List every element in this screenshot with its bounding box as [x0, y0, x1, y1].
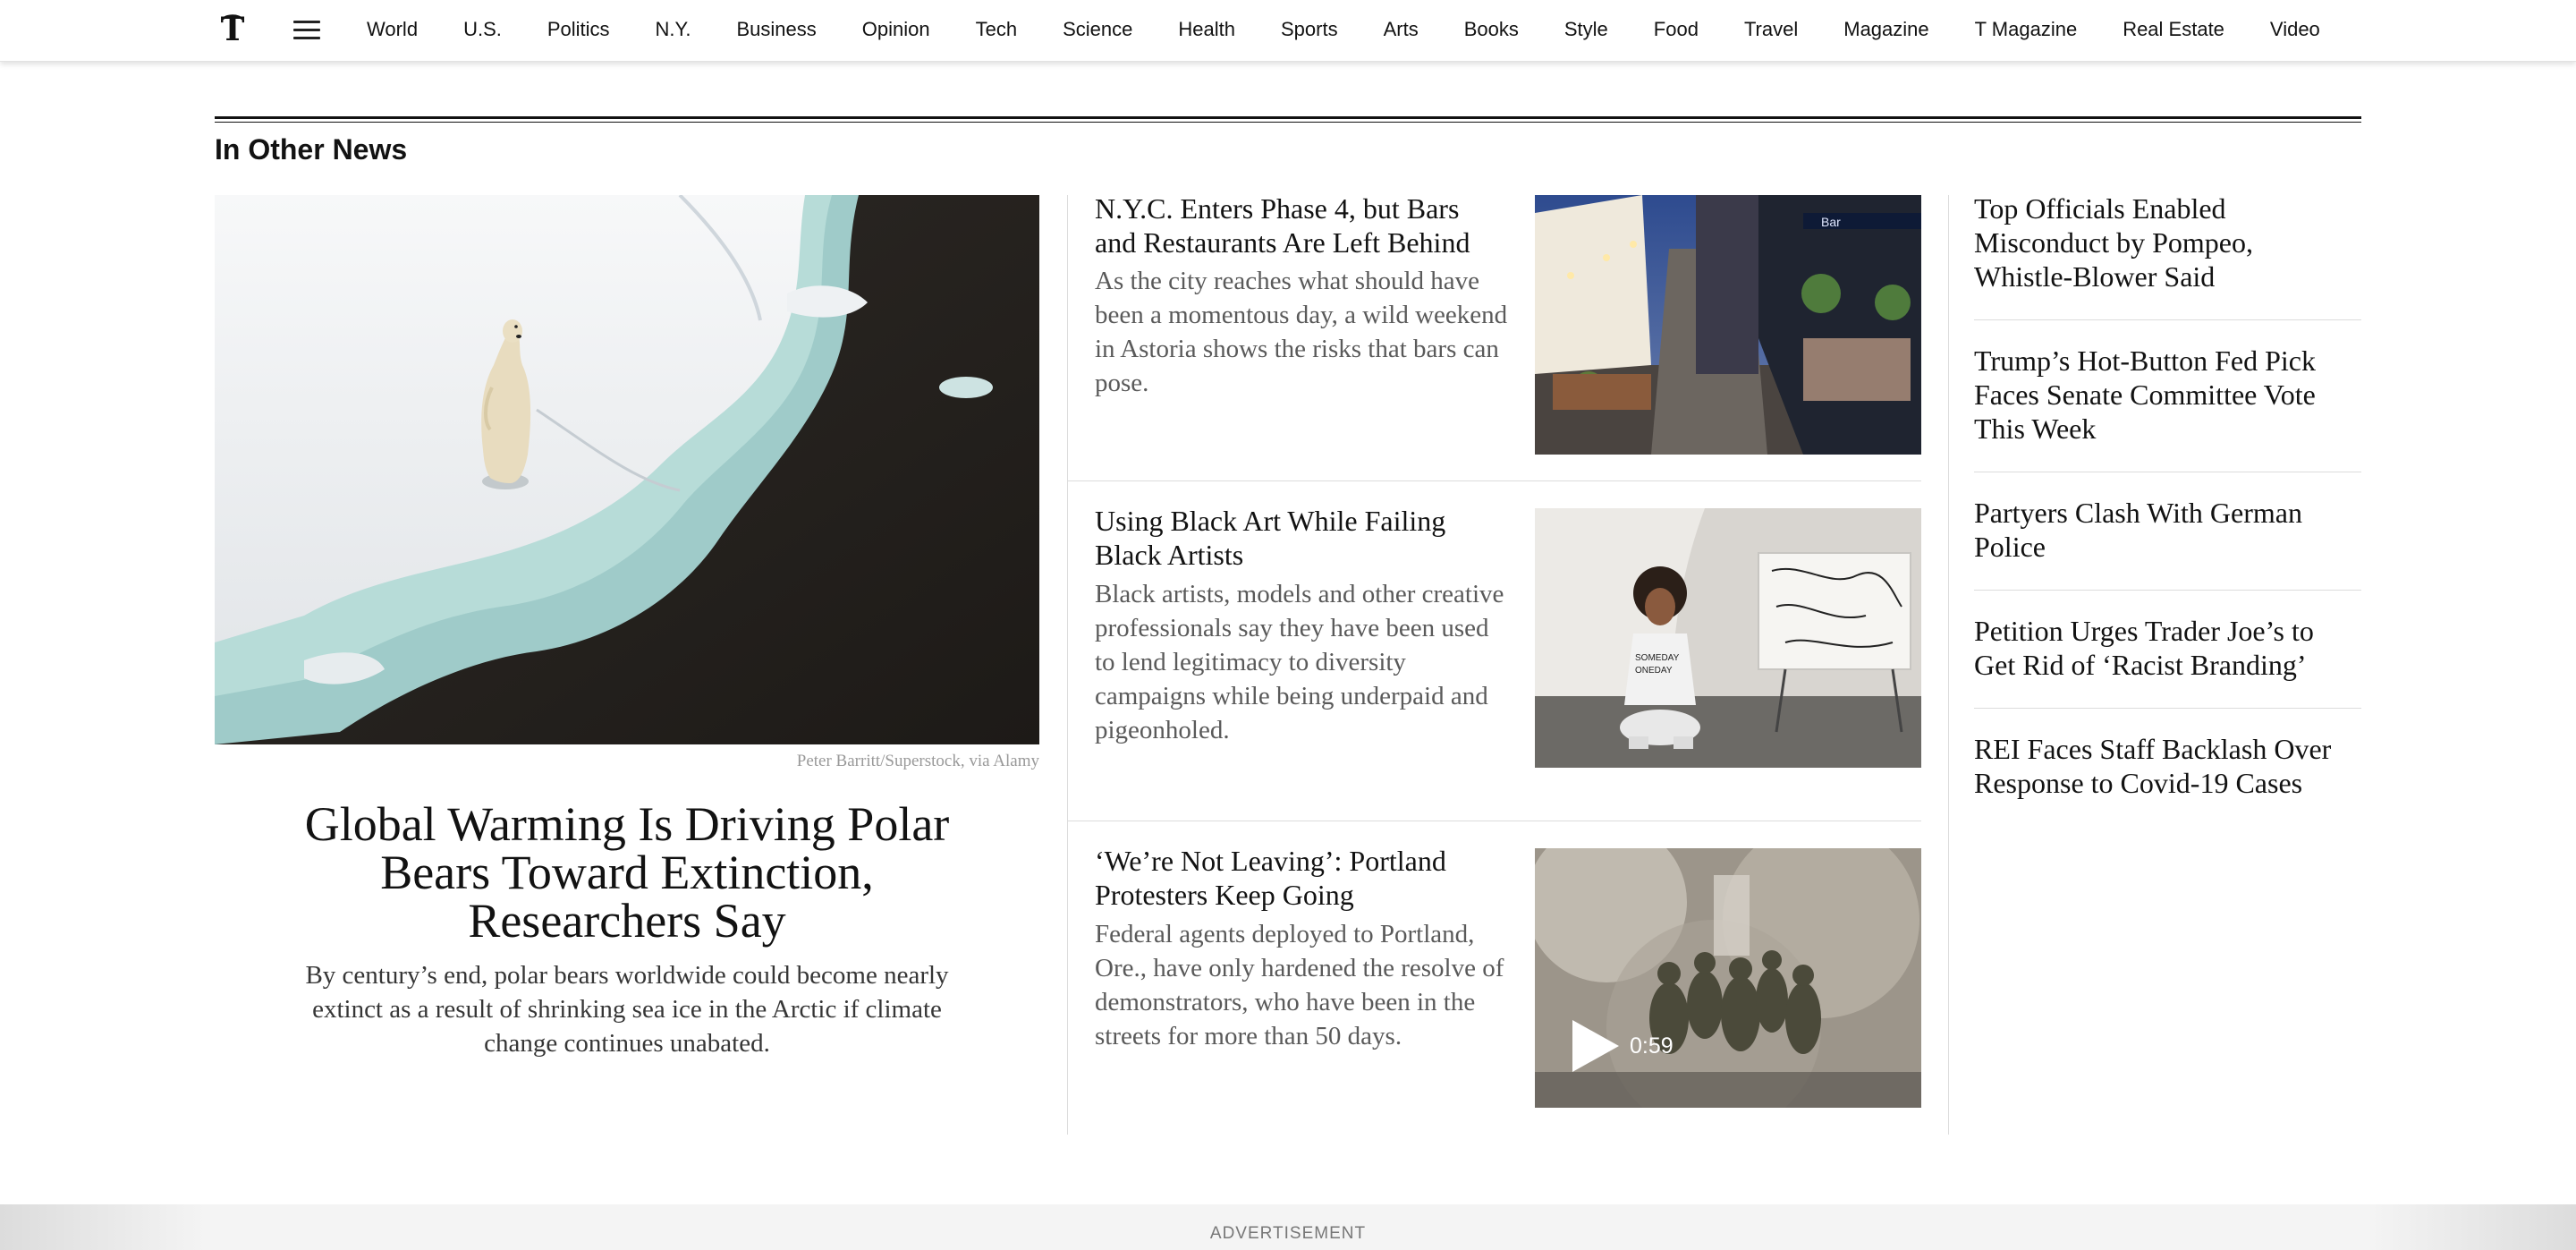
nav-item-business[interactable]: Business: [737, 18, 817, 41]
lead-summary: By century’s end, polar bears worldwide …: [305, 961, 949, 1058]
video-play-control[interactable]: 0:59: [1571, 1018, 1674, 1074]
story-divider-1: [1068, 480, 1921, 481]
nav-item-science[interactable]: Science: [1063, 18, 1132, 41]
nav-item-magazine[interactable]: Magazine: [1843, 18, 1928, 41]
right-headline-5[interactable]: REI Faces Staff Backlash Over Response t…: [1974, 732, 2350, 800]
nav-item-ny[interactable]: N.Y.: [656, 18, 691, 41]
column-divider-right: [1948, 195, 1949, 1135]
hamburger-menu-icon[interactable]: [293, 21, 320, 40]
nav-item-health[interactable]: Health: [1178, 18, 1235, 41]
nav-item-arts[interactable]: Arts: [1384, 18, 1419, 41]
story-video-3[interactable]: 0:59: [1535, 848, 1921, 1108]
lead-story-image[interactable]: [215, 195, 1039, 744]
video-duration: 0:59: [1630, 1033, 1674, 1059]
story-headline-3[interactable]: ‘We’re Not Leaving’: Portland Protesters…: [1095, 844, 1488, 912]
nav-item-travel[interactable]: Travel: [1744, 18, 1798, 41]
story-image-2[interactable]: SOMEDAY ONEDAY: [1535, 508, 1921, 768]
svg-text:SOMEDAY: SOMEDAY: [1635, 653, 1680, 663]
nyt-logo-icon[interactable]: T: [218, 13, 247, 47]
section-nav: World U.S. Politics N.Y. Business Opinio…: [367, 0, 2320, 59]
nav-item-style[interactable]: Style: [1564, 18, 1608, 41]
svg-text:ONEDAY: ONEDAY: [1635, 666, 1673, 676]
right-divider-3: [1974, 590, 2361, 591]
lead-image-credit: Peter Barritt/Superstock, via Alamy: [796, 752, 1039, 770]
nav-item-sports[interactable]: Sports: [1281, 18, 1338, 41]
nav-item-real-estate[interactable]: Real Estate: [2123, 18, 2224, 41]
right-headline-4[interactable]: Petition Urges Trader Joe’s to Get Rid o…: [1974, 614, 2350, 682]
nav-item-us[interactable]: U.S.: [463, 18, 502, 41]
right-divider-4: [1974, 708, 2361, 709]
story-headline-1[interactable]: N.Y.C. Enters Phase 4, but Bars and Rest…: [1095, 191, 1488, 259]
story-summary-1: As the city reaches what should have bee…: [1095, 267, 1508, 397]
right-headline-3[interactable]: Partyers Clash With German Police: [1974, 496, 2350, 564]
story-summary-3: Federal agents deployed to Portland, Ore…: [1095, 920, 1504, 1050]
svg-text:Bar: Bar: [1821, 215, 1841, 229]
section-title: In Other News: [215, 133, 408, 166]
advertisement-label: ADVERTISEMENT: [1209, 1224, 1367, 1243]
column-divider-left: [1067, 195, 1068, 1135]
play-icon[interactable]: [1571, 1018, 1621, 1074]
top-nav-bar: T World U.S. Politics N.Y. Business Opin…: [0, 0, 2576, 62]
story-image-1[interactable]: Bar: [1535, 195, 1921, 455]
lead-headline[interactable]: Global Warming Is Driving Polar Bears To…: [268, 800, 986, 945]
nav-item-politics[interactable]: Politics: [547, 18, 610, 41]
nav-item-world[interactable]: World: [367, 18, 418, 41]
right-divider-1: [1974, 319, 2361, 320]
nav-item-t-magazine[interactable]: T Magazine: [1975, 18, 2078, 41]
story-headline-2[interactable]: Using Black Art While Failing Black Arti…: [1095, 504, 1488, 572]
section-double-rule: [215, 116, 2361, 123]
right-headline-2[interactable]: Trump’s Hot-Button Fed Pick Faces Senate…: [1974, 344, 2350, 446]
right-headline-1[interactable]: Top Officials Enabled Misconduct by Pomp…: [1974, 191, 2350, 293]
nav-item-video[interactable]: Video: [2270, 18, 2320, 41]
nav-item-food[interactable]: Food: [1654, 18, 1699, 41]
story-summary-2: Black artists, models and other creative…: [1095, 580, 1504, 744]
nav-item-tech[interactable]: Tech: [976, 18, 1017, 41]
nav-item-opinion[interactable]: Opinion: [862, 18, 930, 41]
nav-item-books[interactable]: Books: [1464, 18, 1519, 41]
